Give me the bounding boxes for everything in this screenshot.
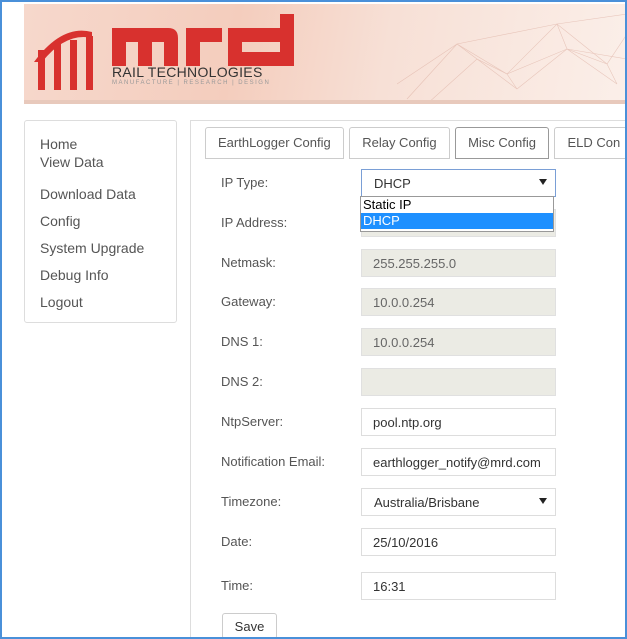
dns1-label: DNS 1: [221,334,263,349]
ntp-row: NtpServer: pool.ntp.org [221,408,621,436]
timezone-row: Timezone: Australia/Brisbane [221,488,621,516]
tab-eld-config[interactable]: ELD Con [554,127,625,159]
date-label: Date: [221,534,253,549]
ip-type-select[interactable]: DHCP [361,169,556,197]
network-lines-decoration [397,13,625,100]
sidebar-item-view-data[interactable]: View Data [40,154,176,181]
dns1-field[interactable]: 10.0.0.254 [361,328,556,356]
save-button[interactable]: Save [222,613,277,637]
sidebar-item-logout[interactable]: Logout [40,289,176,316]
netmask-field[interactable]: 255.255.255.0 [361,249,556,277]
gateway-field[interactable]: 10.0.0.254 [361,288,556,316]
timezone-label: Timezone: [221,494,282,509]
date-row: Date: 25/10/2016 [221,528,621,556]
tab-relay-config[interactable]: Relay Config [349,127,450,159]
gateway-label: Gateway: [221,294,276,309]
brand-tagline: RAIL TECHNOLOGIES [112,64,263,80]
ip-address-label: IP Address: [221,215,288,230]
timezone-value: Australia/Brisbane [374,495,480,510]
ntp-label: NtpServer: [221,414,284,429]
ntp-server-input[interactable]: pool.ntp.org [361,408,556,436]
timezone-select[interactable]: Australia/Brisbane [361,488,556,516]
ip-type-row: IP Type: DHCP [221,169,621,197]
header-banner: RAIL TECHNOLOGIES MANUFACTURE | RESEARCH… [24,4,625,104]
brand-sub-tagline: MANUFACTURE | RESEARCH | DESIGN [112,80,271,86]
time-row: Time: 16:31 [221,572,621,600]
dns2-row: DNS 2: [221,368,621,396]
gateway-row: Gateway: 10.0.0.254 [221,288,621,316]
dropdown-arrow-icon [539,179,547,185]
dns2-field[interactable] [361,368,556,396]
dns1-row: DNS 1: 10.0.0.254 [221,328,621,356]
ip-type-label: IP Type: [221,175,269,190]
time-input[interactable]: 16:31 [361,572,556,600]
email-row: Notification Email: earthlogger_notify@m… [221,448,621,476]
sidebar-item-debug-info[interactable]: Debug Info [40,262,176,289]
sidebar-item-system-upgrade[interactable]: System Upgrade [40,235,176,262]
config-tabs: EarthLogger Config Relay Config Misc Con… [205,127,625,159]
ip-type-option-static[interactable]: Static IP [361,197,553,213]
sidebar-item-download-data[interactable]: Download Data [40,181,176,208]
date-input[interactable]: 25/10/2016 [361,528,556,556]
ip-type-value: DHCP [374,176,411,191]
dropdown-arrow-icon [539,498,547,504]
browser-frame: RAIL TECHNOLOGIES MANUFACTURE | RESEARCH… [0,0,627,639]
tab-misc-config[interactable]: Misc Config [455,127,550,159]
sidebar-item-config[interactable]: Config [40,208,176,235]
netmask-label: Netmask: [221,255,276,270]
dns2-label: DNS 2: [221,374,263,389]
ip-type-option-dhcp[interactable]: DHCP [361,213,553,229]
notification-email-input[interactable]: earthlogger_notify@mrd.com [361,448,556,476]
time-label: Time: [221,578,254,593]
sidebar-nav: Home View Data Download Data Config Syst… [24,120,177,323]
ip-type-dropdown-list: Static IP DHCP [360,196,554,232]
netmask-row: Netmask: 255.255.255.0 [221,249,621,277]
email-label: Notification Email: [221,454,326,469]
tab-earthlogger-config[interactable]: EarthLogger Config [205,127,344,159]
